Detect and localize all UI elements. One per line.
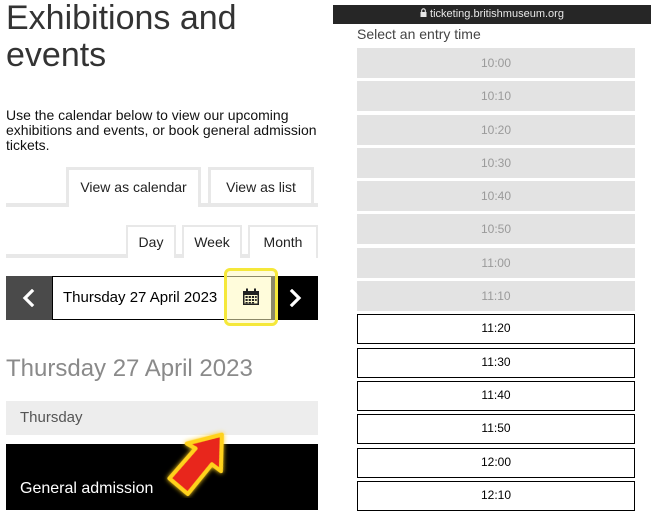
time-slot[interactable]: 11:40: [357, 380, 635, 411]
entry-time-list: 10:00 10:10 10:20 10:30 10:40 10:50 11:00 11:10…: [357, 48, 635, 514]
time-slot[interactable]: 11:20: [357, 314, 635, 345]
entry-time-heading: Select an entry time: [357, 26, 481, 42]
tab-month[interactable]: Month: [248, 225, 318, 258]
time-slot: 10:10: [357, 81, 635, 112]
ticketing-panel: ticketing.britishmuseum.org Select an en…: [333, 0, 651, 519]
time-slot: 11:10: [357, 281, 635, 312]
time-slot: 11:00: [357, 247, 635, 278]
time-slot: 10:40: [357, 181, 635, 212]
chevron-right-icon: [289, 289, 302, 307]
time-slot[interactable]: 12:10: [357, 480, 635, 511]
time-slot[interactable]: 12:00: [357, 447, 635, 478]
lock-icon: [420, 5, 427, 24]
view-tabs: View as calendar View as list: [6, 167, 318, 207]
time-slot: 10:00: [357, 48, 635, 78]
exhibitions-panel: Exhibitions and events Use the calendar …: [0, 0, 325, 519]
range-tabs: Day Week Month: [6, 225, 318, 258]
tab-view-as-calendar[interactable]: View as calendar: [66, 167, 201, 207]
time-slot[interactable]: 11:50: [357, 414, 635, 445]
calendar-picker-button[interactable]: [224, 268, 278, 326]
tab-day[interactable]: Day: [126, 225, 176, 258]
next-day-button[interactable]: [272, 276, 318, 320]
calendar-icon: [243, 288, 259, 305]
time-slot: 10:30: [357, 147, 635, 178]
event-title: General admission: [20, 480, 154, 497]
tab-view-as-list[interactable]: View as list: [208, 167, 314, 203]
browser-url-bar[interactable]: ticketing.britishmuseum.org: [333, 5, 651, 24]
red-arrow-annotation-icon: [167, 432, 224, 496]
url-text: ticketing.britishmuseum.org: [430, 8, 564, 20]
time-slot: 10:20: [357, 114, 635, 145]
previous-day-button[interactable]: [6, 276, 52, 320]
tab-week[interactable]: Week: [182, 225, 242, 258]
date-navigator: Thursday 27 April 2023: [6, 268, 318, 326]
intro-text: Use the calendar below to view our upcom…: [6, 107, 317, 153]
selected-date-heading: Thursday 27 April 2023: [6, 355, 253, 382]
chevron-left-icon: [22, 289, 35, 307]
time-slot[interactable]: 11:30: [357, 347, 635, 378]
time-slot: 10:50: [357, 214, 635, 245]
page-title: Exhibitions and events: [6, 0, 237, 74]
